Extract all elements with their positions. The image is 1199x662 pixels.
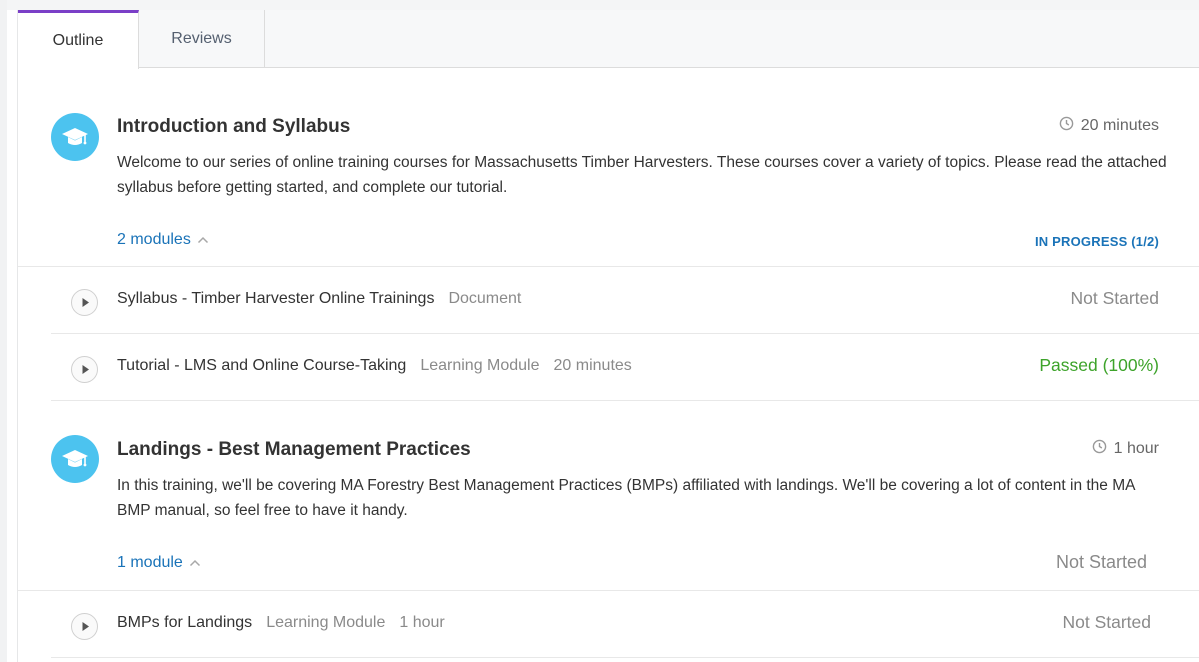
section-duration-text: 1 hour	[1113, 440, 1159, 457]
module-type: Learning Module	[266, 614, 386, 631]
tab-outline[interactable]: Outline	[18, 10, 139, 69]
play-icon[interactable]	[71, 289, 98, 316]
play-icon[interactable]	[71, 356, 98, 383]
module-duration: 20 minutes	[553, 357, 632, 374]
section-title: Introduction and Syllabus	[117, 116, 351, 137]
tab-bar: Outline Reviews	[18, 10, 1199, 69]
section-duration: 20 minutes	[1059, 116, 1159, 136]
course-outline-panel: Outline Reviews Introduction and Syllabu…	[17, 10, 1199, 662]
chevron-up-icon	[189, 554, 201, 572]
modules-toggle-label: 2 modules	[117, 231, 191, 248]
section-title: Landings - Best Management Practices	[117, 439, 471, 460]
section-duration-text: 20 minutes	[1080, 117, 1159, 134]
tab-reviews[interactable]: Reviews	[139, 10, 265, 68]
section-description: Welcome to our series of online training…	[117, 154, 1167, 196]
clock-icon	[1092, 439, 1107, 459]
module-type: Learning Module	[420, 357, 540, 374]
top-strip	[7, 0, 1199, 10]
clock-icon	[1059, 116, 1074, 136]
module-row[interactable]: Syllabus - Timber Harvester Online Train…	[51, 267, 1199, 334]
modules-toggle-label: 1 module	[117, 554, 183, 571]
module-type: Document	[448, 290, 522, 307]
module-status: Not Started	[1062, 612, 1151, 632]
section-status: IN PROGRESS (1/2)	[1034, 234, 1159, 249]
section-introduction: Introduction and Syllabus 20 minutes Wel…	[18, 68, 1199, 267]
module-status: Not Started	[1070, 288, 1159, 308]
modules-toggle[interactable]: 1 module	[117, 554, 201, 572]
module-status: Passed (100%)	[1039, 355, 1159, 375]
section-description: In this training, we'll be covering MA F…	[117, 477, 1135, 519]
chevron-up-icon	[197, 231, 209, 249]
graduation-cap-icon	[51, 113, 99, 161]
section-duration: 1 hour	[1092, 439, 1159, 459]
graduation-cap-icon	[51, 435, 99, 483]
module-title[interactable]: BMPs for Landings	[117, 614, 252, 632]
section-landings: Landings - Best Management Practices 1 h…	[18, 402, 1199, 591]
section-status: Not Started	[1055, 552, 1147, 572]
left-rail	[0, 0, 7, 662]
modules-toggle[interactable]: 2 modules	[117, 231, 209, 249]
module-title[interactable]: Syllabus - Timber Harvester Online Train…	[117, 290, 434, 308]
module-row[interactable]: BMPs for Landings Learning Module 1 hour…	[51, 591, 1199, 658]
module-title[interactable]: Tutorial - LMS and Online Course-Taking	[117, 357, 406, 375]
module-duration: 1 hour	[399, 614, 445, 631]
module-row[interactable]: Tutorial - LMS and Online Course-Taking …	[51, 334, 1199, 401]
play-icon[interactable]	[71, 613, 98, 640]
